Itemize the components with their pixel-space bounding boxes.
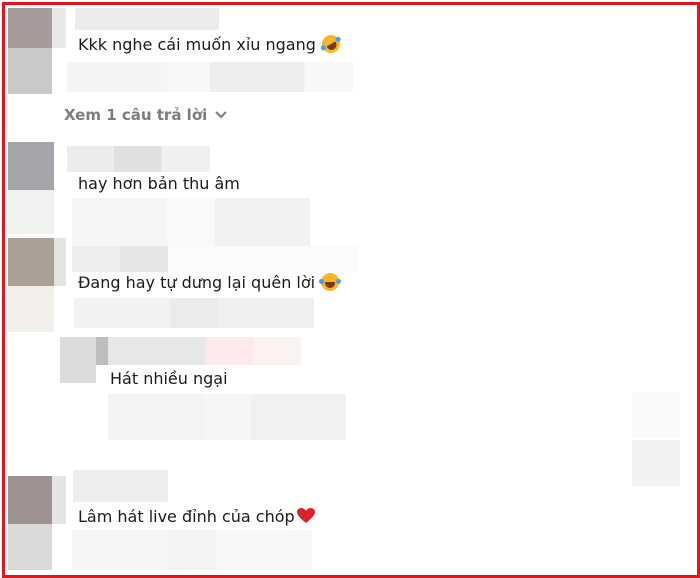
commenter-name-blur [168,246,358,272]
commenter-name[interactable] [72,246,168,272]
commenter-name[interactable] [67,146,210,172]
avatar-blur [8,190,54,234]
comment-text-label: Đang hay tự dưng lại quên lời [78,273,316,292]
comment-text-label: hay hơn bản thu âm [78,174,240,193]
avatar-blur [52,8,66,48]
avatar[interactable] [8,476,52,524]
avatar-blur [96,337,108,365]
comment-actions [72,198,310,246]
commenter-name[interactable] [73,470,168,502]
comment-text: Hát nhiều ngại [110,369,228,389]
avatar[interactable] [8,8,52,48]
avatar-blur [8,48,52,94]
comment-actions [67,62,353,92]
commenter-name-blur [205,337,301,365]
avatar[interactable] [8,238,54,286]
chevron-down-icon [215,111,227,119]
side-blur [632,392,680,438]
view-replies-link[interactable]: Xem 1 câu trả lời [64,106,227,124]
comment-text-label: Lâm hát live đỉnh của chóp [78,507,295,526]
comment-actions [108,394,346,440]
comment-text: hay hơn bản thu âm [78,174,240,194]
commenter-name[interactable] [108,337,205,365]
avatar-blur [8,524,52,570]
comment-actions [72,530,312,570]
comment-text-label: Kkk nghe cái muốn xỉu ngang [78,35,316,54]
rofl-emoji-icon [318,31,344,57]
view-replies-label: Xem 1 câu trả lời [64,106,208,124]
comment-text-label: Hát nhiều ngại [110,369,228,388]
comment-text: Lâm hát live đỉnh của chóp [78,507,315,527]
comment-actions [74,298,314,328]
avatar-blur [54,238,66,286]
tears-of-joy-emoji-icon [319,273,340,291]
side-blur [632,440,680,486]
avatar[interactable] [60,337,96,383]
avatar[interactable] [8,142,54,190]
comment-text: Đang hay tự dưng lại quên lời [78,273,340,293]
avatar-blur [8,286,54,332]
commenter-name[interactable] [75,8,219,30]
red-heart-emoji-icon [296,508,315,523]
avatar-blur [52,476,66,524]
comment-text: Kkk nghe cái muốn xỉu ngang [78,31,344,57]
